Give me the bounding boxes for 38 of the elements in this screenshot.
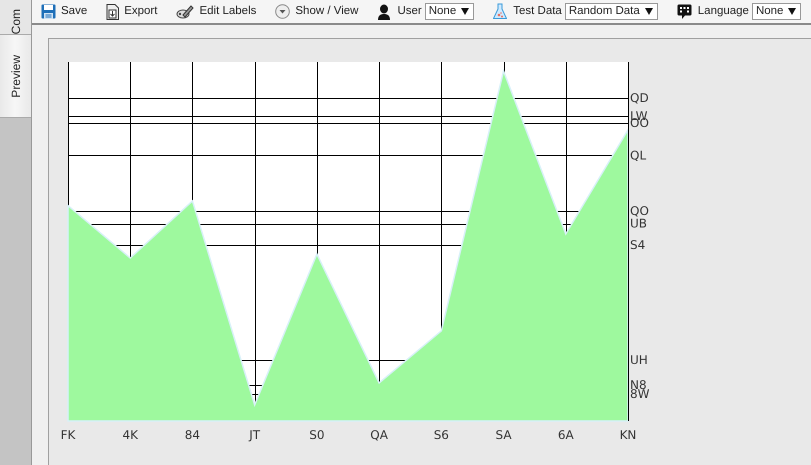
side-tab[interactable]: Com — [0, 0, 31, 35]
axis-label: FK — [60, 428, 76, 442]
pencil-icon — [176, 4, 194, 20]
caret-icon — [461, 8, 470, 15]
user-icon — [377, 4, 392, 20]
document-download-icon — [106, 4, 120, 20]
axis-label: S6 — [434, 428, 449, 442]
axis-label: KN — [620, 428, 636, 442]
axis-label: S0 — [309, 428, 325, 442]
axis-label: 6A — [558, 428, 574, 442]
axis-label: SA — [496, 428, 512, 442]
dropdown[interactable]: Random Data — [564, 3, 658, 20]
axis-label: S4 — [630, 238, 646, 252]
axis-label: JT — [249, 428, 260, 442]
axis-label: QD — [630, 90, 649, 105]
dropdown[interactable]: None — [424, 3, 474, 20]
field-label: Test Data — [513, 4, 562, 19]
axis-label: UB — [630, 216, 648, 231]
toolbar-button[interactable]: Save — [41, 2, 88, 20]
field-label: User — [397, 4, 422, 19]
axis-label: QO — [630, 204, 649, 218]
dropdown[interactable]: None — [752, 3, 802, 20]
toolbar-button[interactable]: Edit Labels — [176, 2, 256, 20]
axis-label: 4K — [122, 428, 138, 442]
axis-label: QA — [370, 428, 388, 442]
toolbar-button[interactable]: Show / View — [275, 2, 358, 20]
toolbar-button[interactable]: Export — [106, 2, 158, 20]
axis-label: UH — [630, 352, 648, 367]
flask-icon — [493, 3, 508, 20]
axis-label: QL — [630, 148, 646, 162]
caret-icon — [788, 8, 796, 15]
save-icon — [41, 4, 56, 19]
dropdown-circle-icon — [275, 4, 290, 19]
field-label: Language — [698, 4, 749, 19]
axis-label: 84 — [184, 428, 200, 442]
side-tab[interactable]: Preview — [0, 35, 31, 118]
speech-bubble-icon — [676, 4, 692, 20]
caret-icon — [644, 8, 653, 15]
